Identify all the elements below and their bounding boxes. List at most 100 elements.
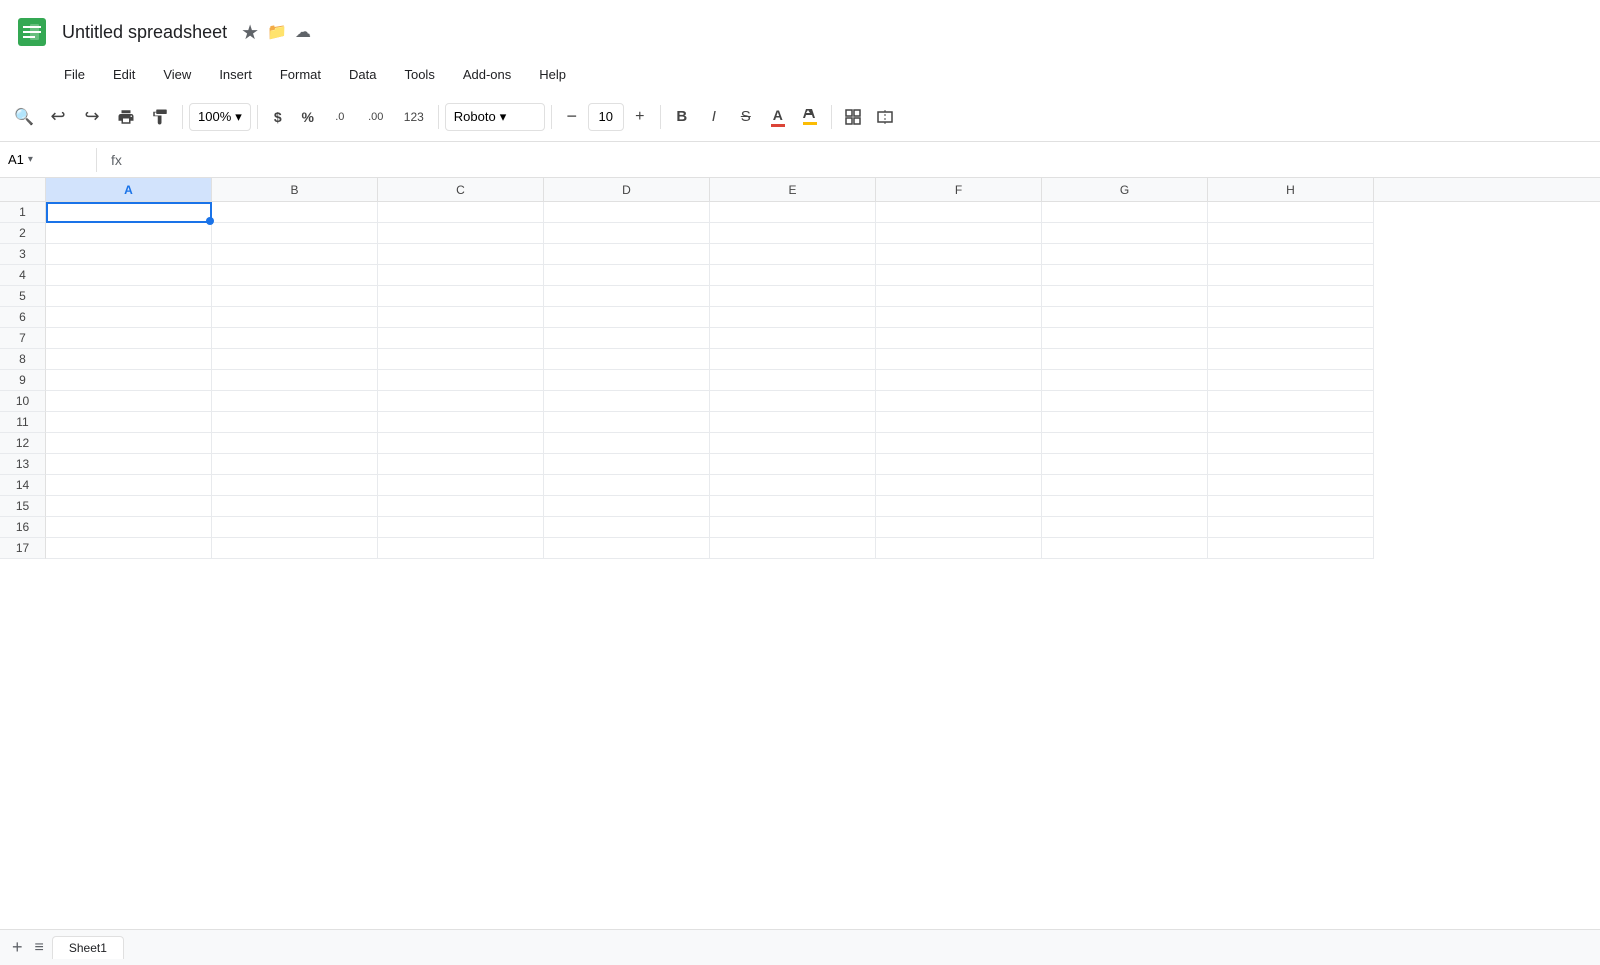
- cell-A3[interactable]: [46, 244, 212, 265]
- row-header-16[interactable]: 16: [0, 517, 46, 538]
- cell-reference[interactable]: A1 ▾: [8, 152, 88, 167]
- cell-H14[interactable]: [1208, 475, 1374, 496]
- cell-F15[interactable]: [876, 496, 1042, 517]
- zoom-control[interactable]: 100% ▾: [189, 103, 251, 131]
- cell-F14[interactable]: [876, 475, 1042, 496]
- menu-item-edit[interactable]: Edit: [101, 63, 147, 86]
- cell-E7[interactable]: [710, 328, 876, 349]
- cell-A16[interactable]: [46, 517, 212, 538]
- cell-F1[interactable]: [876, 202, 1042, 223]
- cell-G10[interactable]: [1042, 391, 1208, 412]
- row-header-4[interactable]: 4: [0, 265, 46, 286]
- menu-item-help[interactable]: Help: [527, 63, 578, 86]
- cell-H6[interactable]: [1208, 307, 1374, 328]
- cell-C5[interactable]: [378, 286, 544, 307]
- cell-G5[interactable]: [1042, 286, 1208, 307]
- cell-E4[interactable]: [710, 265, 876, 286]
- cell-F17[interactable]: [876, 538, 1042, 559]
- row-header-5[interactable]: 5: [0, 286, 46, 307]
- cell-A2[interactable]: [46, 223, 212, 244]
- cell-G17[interactable]: [1042, 538, 1208, 559]
- cell-F6[interactable]: [876, 307, 1042, 328]
- menu-item-add-ons[interactable]: Add-ons: [451, 63, 523, 86]
- cell-G13[interactable]: [1042, 454, 1208, 475]
- cell-E3[interactable]: [710, 244, 876, 265]
- font-size-decrease-button[interactable]: −: [558, 103, 586, 131]
- col-header-g[interactable]: G: [1042, 178, 1208, 201]
- star-icon[interactable]: ★: [241, 20, 259, 45]
- cell-H3[interactable]: [1208, 244, 1374, 265]
- text-color-button[interactable]: A: [763, 102, 793, 132]
- cell-H15[interactable]: [1208, 496, 1374, 517]
- cell-D15[interactable]: [544, 496, 710, 517]
- cell-F7[interactable]: [876, 328, 1042, 349]
- decimal-increase-button[interactable]: .00: [358, 101, 394, 133]
- cell-A11[interactable]: [46, 412, 212, 433]
- cell-B14[interactable]: [212, 475, 378, 496]
- cell-D7[interactable]: [544, 328, 710, 349]
- cell-B8[interactable]: [212, 349, 378, 370]
- cell-B11[interactable]: [212, 412, 378, 433]
- cell-C9[interactable]: [378, 370, 544, 391]
- cell-E15[interactable]: [710, 496, 876, 517]
- col-header-d[interactable]: D: [544, 178, 710, 201]
- cell-H10[interactable]: [1208, 391, 1374, 412]
- cell-C1[interactable]: [378, 202, 544, 223]
- cell-F8[interactable]: [876, 349, 1042, 370]
- cell-G4[interactable]: [1042, 265, 1208, 286]
- cell-B15[interactable]: [212, 496, 378, 517]
- row-header-13[interactable]: 13: [0, 454, 46, 475]
- cell-F16[interactable]: [876, 517, 1042, 538]
- bold-button[interactable]: B: [667, 102, 697, 132]
- cell-D9[interactable]: [544, 370, 710, 391]
- col-header-h[interactable]: H: [1208, 178, 1374, 201]
- percent-button[interactable]: %: [294, 103, 322, 131]
- row-header-9[interactable]: 9: [0, 370, 46, 391]
- cell-A10[interactable]: [46, 391, 212, 412]
- print-button[interactable]: [110, 101, 142, 133]
- cell-G1[interactable]: [1042, 202, 1208, 223]
- cell-A6[interactable]: [46, 307, 212, 328]
- cell-G2[interactable]: [1042, 223, 1208, 244]
- cell-ref-dropdown[interactable]: ▾: [28, 154, 33, 165]
- cell-A5[interactable]: [46, 286, 212, 307]
- cell-A4[interactable]: [46, 265, 212, 286]
- format-123-button[interactable]: 123: [396, 101, 432, 133]
- col-header-b[interactable]: B: [212, 178, 378, 201]
- col-header-c[interactable]: C: [378, 178, 544, 201]
- cell-D4[interactable]: [544, 265, 710, 286]
- row-header-7[interactable]: 7: [0, 328, 46, 349]
- add-sheet-button[interactable]: +: [8, 937, 27, 958]
- cell-H17[interactable]: [1208, 538, 1374, 559]
- cell-B17[interactable]: [212, 538, 378, 559]
- cell-H4[interactable]: [1208, 265, 1374, 286]
- col-header-e[interactable]: E: [710, 178, 876, 201]
- row-header-14[interactable]: 14: [0, 475, 46, 496]
- strikethrough-button[interactable]: S: [731, 102, 761, 132]
- currency-button[interactable]: $: [264, 103, 292, 131]
- font-size-input[interactable]: [588, 103, 624, 131]
- document-title[interactable]: Untitled spreadsheet: [62, 22, 227, 43]
- cell-F5[interactable]: [876, 286, 1042, 307]
- cell-H8[interactable]: [1208, 349, 1374, 370]
- cell-E8[interactable]: [710, 349, 876, 370]
- cell-A17[interactable]: [46, 538, 212, 559]
- font-selector[interactable]: Roboto ▾: [445, 103, 545, 131]
- cell-E6[interactable]: [710, 307, 876, 328]
- cell-A13[interactable]: [46, 454, 212, 475]
- cell-D14[interactable]: [544, 475, 710, 496]
- cell-F2[interactable]: [876, 223, 1042, 244]
- menu-item-insert[interactable]: Insert: [207, 63, 264, 86]
- cell-B10[interactable]: [212, 391, 378, 412]
- cell-E16[interactable]: [710, 517, 876, 538]
- cell-B12[interactable]: [212, 433, 378, 454]
- cell-G7[interactable]: [1042, 328, 1208, 349]
- row-header-2[interactable]: 2: [0, 223, 46, 244]
- cell-E17[interactable]: [710, 538, 876, 559]
- row-header-11[interactable]: 11: [0, 412, 46, 433]
- cell-E14[interactable]: [710, 475, 876, 496]
- cell-C17[interactable]: [378, 538, 544, 559]
- cell-C6[interactable]: [378, 307, 544, 328]
- cell-G15[interactable]: [1042, 496, 1208, 517]
- cell-A14[interactable]: [46, 475, 212, 496]
